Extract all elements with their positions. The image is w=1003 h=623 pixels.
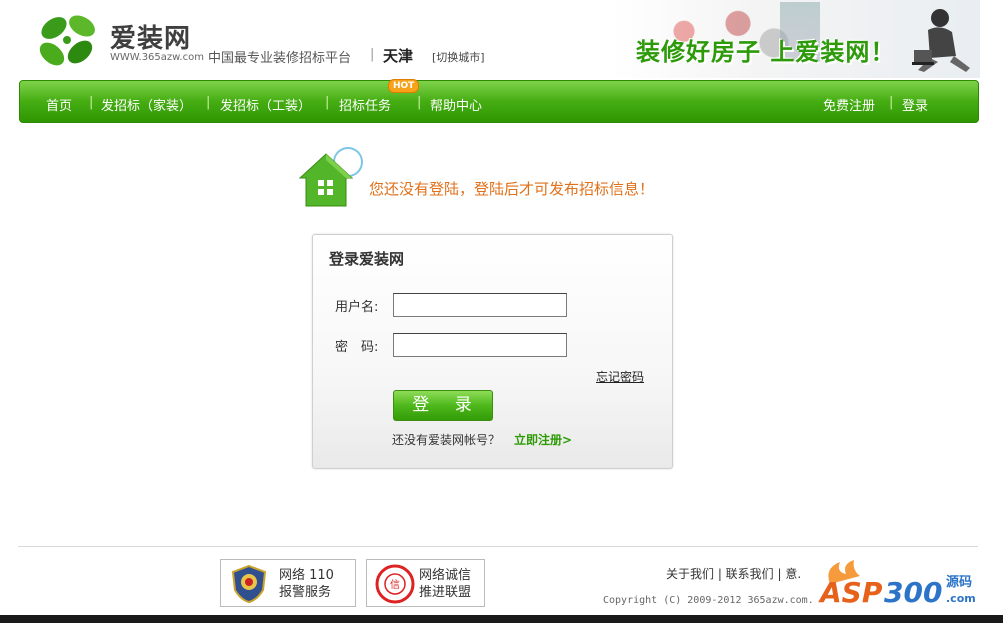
badge1-line2: 报警服务: [279, 585, 332, 600]
nav-post-commercial-tender[interactable]: 发招标（工装）: [220, 95, 311, 114]
watermark-com: .com: [946, 592, 976, 605]
password-label: 密 码:: [335, 340, 379, 355]
svg-text:信: 信: [390, 579, 400, 591]
login-panel: 登录爱装网 用户名: 密 码: 忘记密码 登 录 还没有爱装网帐号？ 立即注册>: [312, 234, 673, 469]
trust-seal-icon: 信: [375, 564, 415, 604]
badge2-line2: 推进联盟: [419, 585, 472, 600]
logo-text: 爱装网: [110, 24, 192, 54]
nav-help-center[interactable]: 帮助中心: [430, 95, 482, 114]
footer-links[interactable]: 关于我们 | 联系我们 | 意.: [666, 565, 801, 582]
nav-separator: |: [89, 95, 94, 110]
no-account-text: 还没有爱装网帐号？: [392, 433, 501, 447]
watermark-yuanma: 源码: [946, 574, 972, 590]
site-logo[interactable]: 爱装网 WWW.365azw.com: [34, 8, 204, 70]
login-title: 登录爱装网: [329, 250, 405, 268]
site-slogan: 中国最专业装修招标平台: [208, 51, 352, 66]
nav-separator: |: [889, 95, 894, 110]
man-with-laptop-icon: [912, 9, 970, 72]
username-label: 用户名:: [335, 300, 379, 315]
banner-slogan: 装修好房子 上爱装网！: [636, 38, 896, 66]
nav-login[interactable]: 登录: [902, 95, 928, 114]
login-required-notice: 您还没有登陆，登陆后才可发布招标信息！: [369, 180, 655, 198]
trust-alliance-badge[interactable]: 信 网络诚信 推进联盟: [366, 559, 485, 607]
logo-url: WWW.365azw.com: [110, 52, 204, 63]
main-navbar: 首页 | 发招标（家装） | 发招标（工装） | 招标任务 HOT | 帮助中心…: [19, 79, 979, 123]
nav-separator: |: [417, 95, 422, 110]
current-city: 天津: [383, 47, 414, 65]
login-button[interactable]: 登 录: [393, 390, 493, 421]
police-shield-icon: [231, 564, 267, 604]
forgot-password-link[interactable]: 忘记密码: [596, 368, 644, 385]
header-separator: |: [370, 47, 375, 62]
badge2-line1: 网络诚信: [419, 568, 472, 583]
hot-badge: HOT: [388, 79, 420, 93]
register-now-link[interactable]: 立即注册>: [514, 431, 572, 448]
nav-post-home-tender[interactable]: 发招标（家装）: [101, 95, 192, 114]
nav-separator: |: [325, 95, 330, 110]
pinwheel-logo-icon: [39, 15, 95, 66]
house-tag-icon: [298, 147, 363, 207]
window-bottom-edge: [0, 615, 1003, 623]
badge1-line1: 网络 110: [279, 568, 334, 583]
password-input[interactable]: [393, 333, 567, 357]
copyright-text: Copyright (C) 2009-2012 365azw.com.: [603, 595, 814, 606]
switch-city-link[interactable]: [切换城市]: [432, 49, 485, 65]
username-input[interactable]: [393, 293, 567, 317]
watermark-300: 300: [884, 576, 942, 608]
watermark-asp: ASP: [818, 576, 883, 608]
asp300-watermark-logo: ASP 300 源码 .com: [818, 560, 976, 608]
nav-home[interactable]: 首页: [46, 95, 72, 114]
badge2-text: 网络诚信 推进联盟: [419, 567, 471, 601]
nav-separator: |: [206, 95, 211, 110]
header-banner[interactable]: 装修好房子 上爱装网！: [610, 0, 980, 78]
police-110-badge[interactable]: 网络 110 报警服务: [220, 559, 356, 607]
nav-tender-tasks[interactable]: 招标任务: [339, 95, 391, 114]
nav-free-register[interactable]: 免费注册: [823, 95, 875, 114]
badge1-text: 网络 110 报警服务: [279, 567, 334, 601]
footer-divider: [18, 546, 978, 547]
